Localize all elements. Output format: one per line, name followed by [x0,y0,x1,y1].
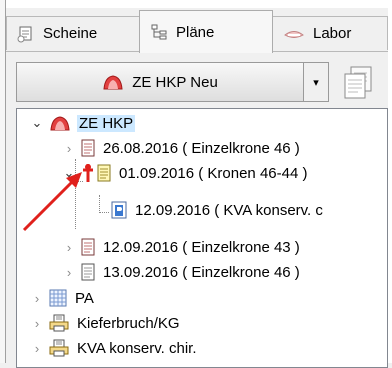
plaene-icon [151,24,167,40]
tree-node-label: ZE HKP [77,114,136,132]
plan-type-value[interactable]: ZE HKP Neu [17,63,303,101]
tree-item-label: 13.09.2016 ( Einzelkrone 46 ) [103,263,300,281]
chevron-right-icon[interactable]: › [63,264,75,280]
plan-type-dropdown[interactable]: ZE HKP Neu ▾ [16,62,329,102]
document-icon [81,139,95,157]
tab-labor-label: Labor [313,25,352,42]
chevron-right-icon[interactable]: › [63,140,75,156]
chevron-down-icon[interactable]: ⌄ [31,115,43,131]
left-border [0,0,6,363]
plan-type-label: ZE HKP Neu [132,73,218,91]
annotation-arrow [22,172,82,232]
tab-scheine[interactable]: Scheine [6,16,140,50]
scheine-icon [17,26,32,42]
tab-bar: Scheine Pläne Labor [6,10,388,53]
right-edge [388,0,392,363]
documents-icon [344,66,372,99]
tab-plaene[interactable]: Pläne [139,10,273,53]
tree-node-pa[interactable]: › PA [31,286,96,310]
document-icon [81,263,95,281]
tree-item-label: 12.09.2016 ( KVA konserv. c [135,201,323,219]
tree-node-label: PA [75,289,94,307]
printer-document-icon [49,339,69,357]
printer-document-icon [49,314,69,332]
tab-scheine-label: Scheine [43,25,98,42]
tree-item-label: 12.09.2016 ( Einzelkrone 43 ) [103,238,300,256]
labor-icon [284,30,304,38]
chevron-right-icon[interactable]: › [31,315,43,331]
chevron-right-icon[interactable]: › [63,239,75,255]
chevron-right-icon[interactable]: › [31,340,43,356]
tree-line [99,195,100,211]
tab-labor[interactable]: Labor [272,16,388,50]
chevron-right-icon[interactable]: › [31,290,43,306]
tree-item[interactable]: › 13.09.2016 ( Einzelkrone 46 ) [63,260,302,284]
tree-item[interactable]: › 12.09.2016 ( Einzelkrone 43 ) [63,235,302,259]
plan-tree[interactable]: ⌄ ZE HKP › 26.08.2016 ( Einzelkrone 46 )… [16,108,388,368]
tree-item-child[interactable]: 12.09.2016 ( KVA konserv. c [111,198,325,222]
tree-node-label: KVA konserv. chir. [77,339,197,357]
tree-item-label: 26.08.2016 ( Einzelkrone 46 ) [103,139,300,157]
tooth-crown-icon [50,116,70,131]
document-icon [81,238,95,256]
tree-node-label: Kieferbruch/KG [77,314,180,332]
tree-line [99,212,109,213]
tab-plaene-label: Pläne [176,23,215,41]
document-yellow-icon [97,164,111,182]
tree-item-expanded[interactable]: ⌄ 01.09.2016 ( Kronen 46-44 ) [63,161,309,185]
tree-node-kva[interactable]: › KVA konserv. chir. [31,336,199,360]
new-document-button[interactable] [340,64,376,100]
chevron-down-icon[interactable]: ▾ [303,63,328,101]
tooth-crown-icon [103,75,123,90]
window-top-strip [0,0,392,8]
pa-chart-icon [49,289,67,307]
tree-node-ze-hkp[interactable]: ⌄ ZE HKP [31,111,136,135]
kva-document-icon [111,201,127,219]
tree-item[interactable]: › 26.08.2016 ( Einzelkrone 46 ) [63,136,302,160]
tree-node-kieferbruch[interactable]: › Kieferbruch/KG [31,311,182,335]
tree-item-label: 01.09.2016 ( Kronen 46-44 ) [119,164,308,182]
